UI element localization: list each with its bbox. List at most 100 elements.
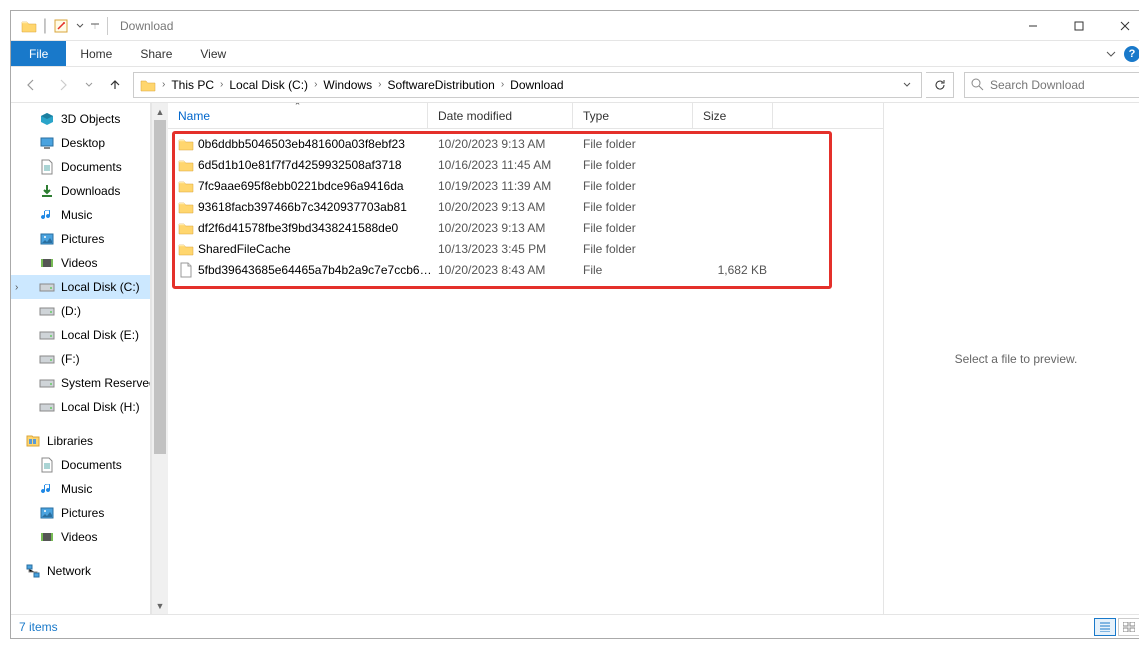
qat-properties-button[interactable] bbox=[49, 14, 73, 38]
nav-item[interactable]: Pictures bbox=[11, 501, 150, 525]
chevron-right-icon[interactable]: › bbox=[499, 79, 506, 90]
up-button[interactable] bbox=[101, 71, 129, 99]
back-button[interactable] bbox=[17, 71, 45, 99]
navpane-scrollbar[interactable]: ▲ ▼ bbox=[151, 103, 168, 614]
nav-item-label: Local Disk (H:) bbox=[61, 400, 140, 414]
file-type: File bbox=[577, 263, 697, 277]
help-button[interactable]: ? bbox=[1124, 46, 1139, 62]
nav-item[interactable]: Desktop bbox=[11, 131, 150, 155]
file-type: File folder bbox=[577, 137, 697, 151]
expand-caret-icon[interactable]: › bbox=[15, 282, 18, 293]
home-tab[interactable]: Home bbox=[66, 41, 126, 66]
chevron-right-icon[interactable]: › bbox=[160, 79, 167, 90]
scroll-thumb[interactable] bbox=[154, 120, 166, 454]
file-rows[interactable]: 0b6ddbb5046503eb481600a03f8ebf2310/20/20… bbox=[168, 129, 883, 614]
nav-libraries-header[interactable]: Libraries bbox=[11, 429, 150, 453]
file-date: 10/20/2023 9:13 AM bbox=[432, 137, 577, 151]
minimize-button[interactable] bbox=[1010, 11, 1056, 41]
nav-item-label: Desktop bbox=[61, 136, 105, 150]
address-bar[interactable]: › This PC › Local Disk (C:) › Windows › … bbox=[133, 72, 922, 98]
video-icon bbox=[39, 255, 55, 271]
chevron-right-icon[interactable]: › bbox=[376, 79, 383, 90]
column-type[interactable]: Type bbox=[573, 103, 693, 128]
thumbnails-view-button[interactable] bbox=[1118, 618, 1139, 636]
file-row[interactable]: 7fc9aae695f8ebb0221bdce96a9416da10/19/20… bbox=[168, 175, 883, 196]
view-tab[interactable]: View bbox=[186, 41, 240, 66]
nav-item[interactable]: Documents bbox=[11, 155, 150, 179]
nav-item[interactable]: 3D Objects bbox=[11, 107, 150, 131]
ribbon-expand-button[interactable] bbox=[1106, 49, 1116, 59]
nav-item[interactable]: Downloads bbox=[11, 179, 150, 203]
nav-item[interactable]: (F:) bbox=[11, 347, 150, 371]
drive-icon bbox=[39, 279, 55, 295]
nav-network-label: Network bbox=[47, 564, 91, 578]
qat-separator: | bbox=[41, 14, 49, 38]
close-button[interactable] bbox=[1102, 11, 1139, 41]
details-view-button[interactable] bbox=[1094, 618, 1116, 636]
sort-indicator-icon: ⌃ bbox=[294, 103, 302, 112]
nav-item[interactable]: Local Disk (H:) bbox=[11, 395, 150, 419]
network-icon bbox=[25, 563, 41, 579]
navigation-pane[interactable]: 3D Objects Desktop Documents Downloads Music… bbox=[11, 103, 151, 614]
breadcrumb-windows[interactable]: Windows bbox=[319, 76, 376, 94]
recent-locations-button[interactable] bbox=[81, 71, 97, 99]
folder-icon bbox=[178, 178, 194, 194]
nav-item-label: Music bbox=[61, 208, 92, 222]
nav-item[interactable]: Videos bbox=[11, 251, 150, 275]
file-date: 10/20/2023 9:13 AM bbox=[432, 221, 577, 235]
breadcrumb-c[interactable]: Local Disk (C:) bbox=[225, 76, 312, 94]
file-row[interactable]: df2f6d41578fbe3f9bd3438241588de010/20/20… bbox=[168, 217, 883, 238]
file-date: 10/19/2023 11:39 AM bbox=[432, 179, 577, 193]
breadcrumb-softwaredistribution[interactable]: SoftwareDistribution bbox=[383, 76, 498, 94]
nav-item[interactable]: System Reserved bbox=[11, 371, 150, 395]
nav-network-header[interactable]: Network bbox=[11, 559, 150, 583]
file-row[interactable]: 6d5d1b10e81f7f7d4259932508af371810/16/20… bbox=[168, 154, 883, 175]
qat-dropdown[interactable] bbox=[73, 14, 87, 38]
nav-item[interactable]: Local Disk (E:) bbox=[11, 323, 150, 347]
preview-pane: Select a file to preview. bbox=[883, 103, 1139, 614]
breadcrumb-this-pc[interactable]: This PC bbox=[167, 76, 218, 94]
music-icon bbox=[39, 481, 55, 497]
nav-item-label: 3D Objects bbox=[61, 112, 120, 126]
folder-icon bbox=[178, 199, 194, 215]
file-row[interactable]: SharedFileCache10/13/2023 3:45 PMFile fo… bbox=[168, 238, 883, 259]
scroll-up-button[interactable]: ▲ bbox=[152, 103, 168, 120]
breadcrumb-download[interactable]: Download bbox=[506, 76, 567, 94]
file-type: File folder bbox=[577, 221, 697, 235]
file-row[interactable]: 0b6ddbb5046503eb481600a03f8ebf2310/20/20… bbox=[168, 133, 883, 154]
file-date: 10/16/2023 11:45 AM bbox=[432, 158, 577, 172]
preview-message: Select a file to preview. bbox=[955, 352, 1078, 366]
file-name: 93618facb397466b7c3420937703ab81 bbox=[198, 200, 407, 214]
search-input[interactable]: Search Download bbox=[964, 72, 1139, 98]
nav-item[interactable]: Pictures bbox=[11, 227, 150, 251]
column-name[interactable]: ⌃ Name bbox=[168, 103, 428, 128]
chevron-right-icon[interactable]: › bbox=[218, 79, 225, 90]
address-dropdown-button[interactable] bbox=[895, 74, 919, 96]
library-icon bbox=[25, 433, 41, 449]
nav-item[interactable]: ›Local Disk (C:) bbox=[11, 275, 150, 299]
file-row[interactable]: 93618facb397466b7c3420937703ab8110/20/20… bbox=[168, 196, 883, 217]
ribbon-tabs: File Home Share View ? bbox=[11, 41, 1139, 67]
scroll-down-button[interactable]: ▼ bbox=[152, 597, 168, 614]
file-row[interactable]: 5fbd39643685e64465a7b4b2a9c7e7ccb69…10/2… bbox=[168, 259, 883, 280]
nav-item[interactable]: Music bbox=[11, 477, 150, 501]
share-tab[interactable]: Share bbox=[126, 41, 186, 66]
refresh-button[interactable] bbox=[926, 72, 954, 98]
nav-item[interactable]: Music bbox=[11, 203, 150, 227]
file-type: File folder bbox=[577, 242, 697, 256]
folder-icon bbox=[178, 136, 194, 152]
cube-icon bbox=[39, 111, 55, 127]
chevron-right-icon[interactable]: › bbox=[312, 79, 319, 90]
drive-icon bbox=[39, 351, 55, 367]
maximize-button[interactable] bbox=[1056, 11, 1102, 41]
nav-item[interactable]: (D:) bbox=[11, 299, 150, 323]
column-date[interactable]: Date modified bbox=[428, 103, 573, 128]
nav-item[interactable]: Videos bbox=[11, 525, 150, 549]
file-tab[interactable]: File bbox=[11, 41, 66, 66]
qat-overflow[interactable] bbox=[87, 14, 103, 38]
column-size[interactable]: Size bbox=[693, 103, 773, 128]
nav-item[interactable]: Documents bbox=[11, 453, 150, 477]
forward-button[interactable] bbox=[49, 71, 77, 99]
doc-icon bbox=[39, 457, 55, 473]
nav-item-label: Downloads bbox=[61, 184, 120, 198]
